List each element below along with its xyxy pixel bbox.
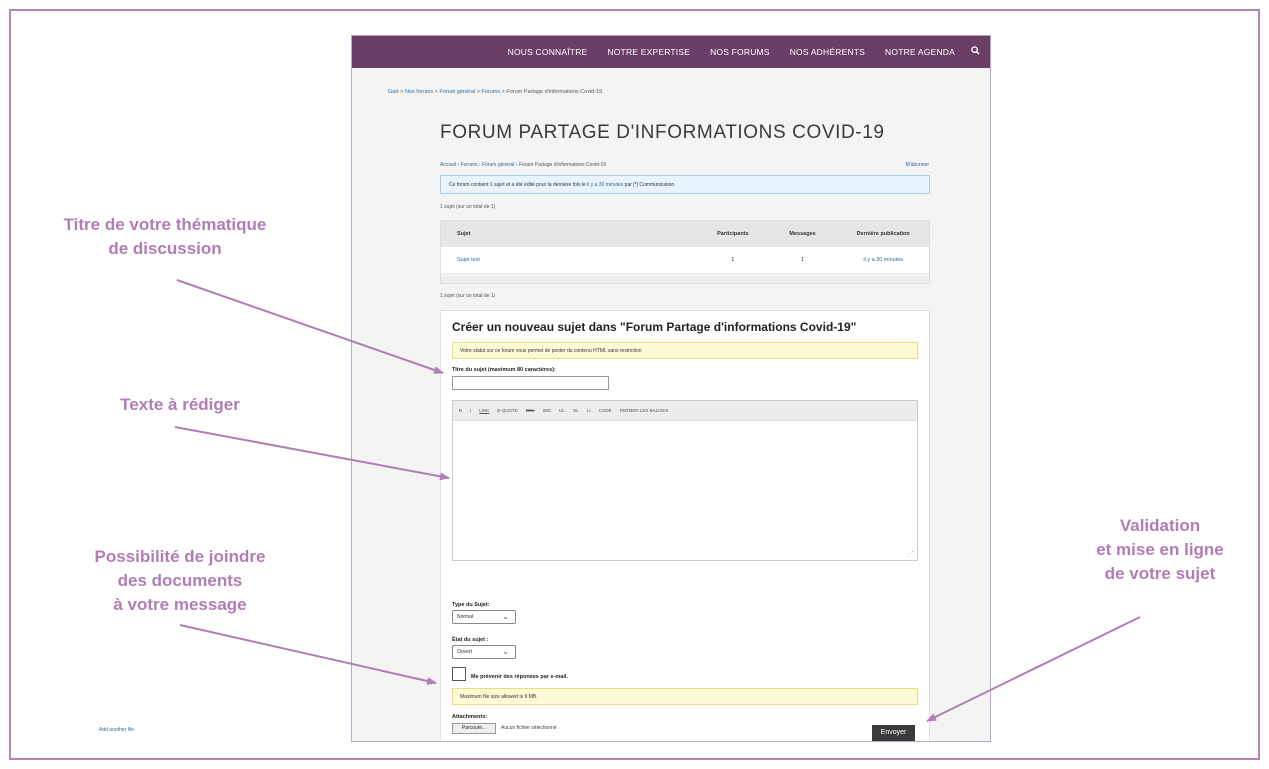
table-header: Sujet Participants Messages Dernière pub…: [441, 221, 929, 247]
topic-state-label: État du sujet :: [452, 637, 489, 643]
last-post-link[interactable]: il y a 30 minutes: [837, 257, 929, 263]
breadcrumb-link[interactable]: Forum général: [439, 89, 475, 95]
search-icon[interactable]: [971, 46, 980, 58]
toolbar-ol-button[interactable]: OL: [573, 408, 579, 413]
table-row: Sujet test 1 1 il y a 30 minutes: [441, 247, 929, 273]
column-header-subject: Sujet: [457, 231, 471, 237]
max-file-notice: Maximum file size allowed is 9 MB.: [452, 688, 918, 705]
breadcrumb: Gart > Nos forums > Forum général > Foru…: [388, 89, 603, 95]
chevron-down-icon: ⌄: [502, 612, 509, 621]
no-file-selected: Aucun fichier sélectionné.: [501, 725, 558, 731]
topic-link[interactable]: Sujet test: [441, 257, 698, 263]
attachments-label: Attachments:: [452, 714, 488, 720]
toolbar-italic-button[interactable]: I: [470, 408, 471, 413]
subscribe-link[interactable]: M'abonner: [906, 162, 929, 168]
browse-file-button[interactable]: Parcourir...: [452, 723, 496, 734]
last-edit-link[interactable]: il y a 30 minutes: [587, 182, 623, 188]
add-another-file-link[interactable]: Add another file: [99, 727, 134, 733]
toolbar-close-tags-button[interactable]: FERMER LES BALISES: [620, 408, 669, 413]
toolbar-link-button[interactable]: LINK: [479, 408, 489, 413]
toolbar-code-button[interactable]: CODE: [599, 408, 612, 413]
breadcrumb-link[interactable]: Accueil: [440, 162, 456, 168]
topic-count: 1 sujet (sur un total de 1): [440, 204, 496, 210]
column-header-messages: Messages: [789, 231, 816, 237]
topic-count: 1 sujet (sur un total de 1): [440, 293, 496, 299]
submit-button[interactable]: Envoyer: [872, 725, 915, 741]
site-screenshot: NOUS CONNAÎTRE NOTRE EXPERTISE NOS FORUM…: [351, 35, 991, 742]
top-navigation: NOUS CONNAÎTRE NOTRE EXPERTISE NOS FORUM…: [352, 36, 990, 68]
breadcrumb-link[interactable]: Nos forums: [405, 89, 433, 95]
breadcrumb-current: Forum Partage d'informations Covid-19: [506, 89, 603, 95]
callout-title-topic: Titre de votre thématique de discussion: [63, 215, 267, 258]
toolbar-del-button[interactable]: DEL: [526, 408, 535, 413]
toolbar-img-button[interactable]: IMG: [543, 408, 552, 413]
callout-attach-docs: Possibilité de joindre des documents à v…: [94, 547, 266, 614]
breadcrumb-link[interactable]: Gart: [388, 89, 399, 95]
toolbar-li-button[interactable]: LI: [587, 408, 591, 413]
forum-breadcrumb: Accueil › Forums › Forum général › Forum…: [440, 162, 607, 168]
notify-label: Me prévenir des réponses par e-mail.: [471, 674, 568, 680]
breadcrumb-link[interactable]: Forums: [481, 89, 500, 95]
topics-table: Sujet Participants Messages Dernière pub…: [440, 220, 930, 284]
notify-checkbox[interactable]: [452, 667, 466, 681]
column-header-last-post: Dernière publication: [856, 231, 910, 237]
topic-state-select[interactable]: Ouvert ⌄: [452, 645, 516, 659]
nav-item-forums[interactable]: NOS FORUMS: [710, 47, 770, 57]
callout-text-write: Texte à rédiger: [120, 395, 240, 414]
breadcrumb-link[interactable]: Forum général: [482, 162, 515, 168]
new-topic-form: Créer un nouveau sujet dans "Forum Parta…: [440, 310, 930, 741]
toolbar-bold-button[interactable]: B: [459, 408, 462, 413]
html-notice: Votre statut sur ce forum vous permet de…: [452, 342, 918, 359]
toolbar-ul-button[interactable]: UL: [559, 408, 565, 413]
page-title: FORUM PARTAGE D'INFORMATIONS COVID-19: [440, 122, 885, 143]
nav-item-expertise[interactable]: NOTRE EXPERTISE: [607, 47, 690, 57]
forum-info-box: Ce forum contient 1 sujet et a été édité…: [440, 175, 930, 194]
chevron-down-icon: ⌄: [502, 647, 509, 656]
topic-type-select[interactable]: Normal ⌄: [452, 610, 516, 624]
callout-validation: Validation et mise en ligne de votre suj…: [1096, 516, 1224, 583]
topic-title-input[interactable]: [452, 376, 609, 390]
nav-item-about[interactable]: NOUS CONNAÎTRE: [508, 47, 588, 57]
nav-item-agenda[interactable]: NOTRE AGENDA: [885, 47, 955, 57]
resize-handle-icon[interactable]: ⋰: [907, 550, 914, 558]
editor-toolbar: B I LINK B-QUOTE DEL IMG UL OL LI CODE F…: [453, 401, 917, 421]
toolbar-quote-button[interactable]: B-QUOTE: [497, 408, 518, 413]
column-header-participants: Participants: [717, 231, 749, 237]
breadcrumb-link[interactable]: Forums: [461, 162, 478, 168]
message-editor[interactable]: B I LINK B-QUOTE DEL IMG UL OL LI CODE F…: [452, 400, 918, 561]
topic-type-label: Type du Sujet:: [452, 602, 490, 608]
participants-count: 1: [731, 257, 735, 263]
breadcrumb-current: Forum Partage d'informations Covid-19: [518, 162, 607, 168]
messages-count: 1: [801, 257, 805, 263]
table-footer: [441, 273, 929, 283]
topic-title-label: Titre du sujet (maximum 80 caractères):: [452, 367, 556, 373]
nav-item-members[interactable]: NOS ADHÉRENTS: [790, 47, 865, 57]
form-title: Créer un nouveau sujet dans "Forum Parta…: [452, 320, 857, 334]
